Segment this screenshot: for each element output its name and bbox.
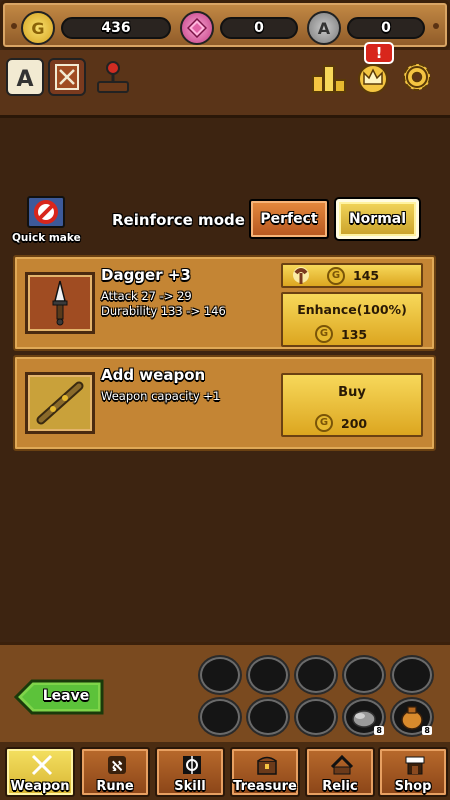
tab-treasure[interactable]: Treasure — [230, 747, 300, 797]
tab-label: Skill — [174, 779, 206, 794]
quick-make-label: Quick make — [12, 232, 81, 244]
repair-cost-box[interactable]: G 145 — [281, 263, 423, 288]
item-attack-line: Attack 27 -> 29 — [101, 289, 192, 303]
tab-relic[interactable]: Relic — [305, 747, 375, 797]
bag-slot[interactable]: 8 — [392, 699, 432, 735]
buy-button[interactable]: Buy G 200 — [281, 373, 423, 437]
slot-count-badge: 8 — [374, 726, 384, 735]
gem-amount: 0 — [220, 17, 298, 39]
item-title: Dagger +3 — [101, 266, 191, 284]
nail-decor — [433, 23, 439, 29]
weapon-slot[interactable] — [344, 657, 384, 693]
tab-weapon[interactable]: Weapon — [5, 747, 75, 797]
weapon-slot[interactable] — [248, 699, 288, 735]
shop-stall-icon — [405, 756, 425, 775]
joystick-icon[interactable] — [94, 58, 132, 96]
svg-text:A: A — [16, 67, 33, 92]
dagger-icon — [25, 272, 95, 334]
leave-button[interactable]: Leave — [14, 679, 104, 715]
tab-label: Weapon — [10, 779, 70, 794]
enhance-label: Enhance(100%) — [297, 302, 407, 317]
nail-decor — [11, 23, 17, 29]
ore-a-icon: A — [307, 11, 341, 45]
weapon-slot[interactable] — [200, 657, 240, 693]
pink-gem-icon — [180, 11, 214, 45]
svg-text:ℵ: ℵ — [111, 759, 122, 775]
dagger-card: Dagger +3 Attack 27 -> 29 Durability 133… — [13, 255, 436, 351]
alphabet-book-icon[interactable]: A — [6, 58, 44, 96]
inventory-area: Leave 8 8 — [0, 642, 450, 742]
enhance-cost: 135 — [341, 327, 368, 342]
gold-amount: 436 — [61, 17, 171, 39]
skill-book-icon — [183, 756, 201, 774]
gear-icon[interactable] — [398, 58, 436, 96]
coin-icon: G — [327, 267, 345, 285]
add-weapon-card: Add weapon Weapon capacity +1 Buy G 200 — [13, 355, 436, 451]
item-title: Add weapon — [101, 366, 206, 384]
gold-coin-icon: G — [21, 11, 55, 45]
relic-bow-icon — [330, 754, 354, 775]
perfect-mode-button[interactable]: Perfect — [249, 199, 329, 239]
weapon-slot[interactable] — [296, 657, 336, 693]
tab-label: Relic — [322, 779, 358, 794]
leave-label: Leave — [42, 688, 90, 704]
item-durability-line: Durability 133 -> 146 — [101, 304, 226, 318]
notice-badge: ! — [364, 42, 394, 64]
ranking-podium-icon[interactable] — [310, 58, 348, 96]
quick-make-button[interactable] — [27, 196, 65, 228]
coin-icon: G — [315, 325, 333, 343]
weapon-slot[interactable] — [248, 657, 288, 693]
normal-mode-button[interactable]: Normal — [336, 199, 419, 239]
weapon-slot[interactable] — [296, 699, 336, 735]
hammer-icon — [293, 267, 309, 284]
ore-slot[interactable]: 8 — [344, 699, 384, 735]
weapon-book-icon[interactable] — [48, 58, 86, 96]
tab-label: Rune — [96, 779, 134, 794]
tab-label: Treasure — [233, 779, 297, 794]
buy-label: Buy — [338, 385, 366, 400]
ore-amount: 0 — [347, 17, 425, 39]
buy-cost: 200 — [341, 416, 368, 431]
rune-stone-icon: ℵ — [108, 756, 126, 775]
enhance-button[interactable]: Enhance(100%) G 135 — [281, 292, 423, 347]
no-sign-icon — [34, 200, 58, 224]
sheath-icon — [25, 372, 95, 434]
crossed-swords-icon — [31, 754, 53, 776]
coin-icon: G — [315, 414, 333, 432]
treasure-chest-icon — [257, 756, 277, 775]
top-icon-row: A ! — [0, 42, 450, 115]
weapon-slot[interactable] — [392, 657, 432, 693]
tab-shop[interactable]: Shop — [378, 747, 448, 797]
tab-rune[interactable]: ℵ Rune — [80, 747, 150, 797]
slot-count-badge: 8 — [422, 726, 432, 735]
weapon-slot[interactable] — [200, 699, 240, 735]
item-capacity-line: Weapon capacity +1 — [101, 389, 221, 403]
tab-label: Shop — [394, 779, 432, 794]
reinforce-mode-label: Reinforce mode — [112, 211, 245, 229]
repair-cost: 145 — [353, 268, 380, 283]
tab-skill[interactable]: Skill — [155, 747, 225, 797]
bottom-tab-bar: Weapon ℵ Rune Skill Treasure Relic Shop — [0, 742, 450, 800]
